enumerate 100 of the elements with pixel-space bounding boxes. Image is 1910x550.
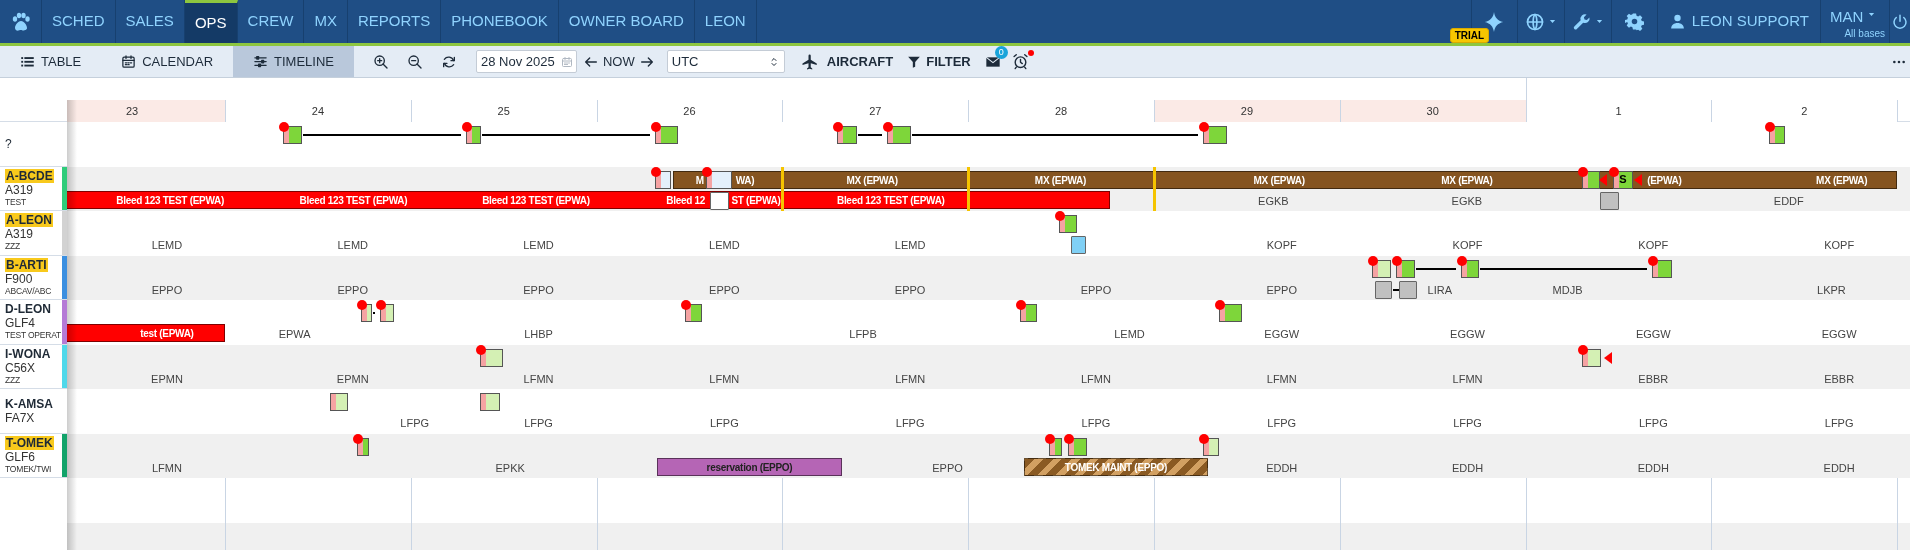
station-code: LKPR — [1817, 282, 1846, 297]
caret-icon — [1867, 10, 1877, 19]
bar-label: WA) — [735, 173, 755, 187]
flight-block[interactable] — [1764, 122, 1785, 145]
flight-block[interactable] — [375, 300, 394, 323]
flight-block[interactable] — [832, 122, 857, 145]
station-code: EPKK — [495, 460, 525, 475]
day-marker — [966, 166, 970, 211]
bar-label: (EPWA) — [1647, 173, 1682, 187]
flight-block[interactable] — [1457, 255, 1480, 279]
filter-button[interactable]: FILTER — [907, 51, 971, 72]
flag-icon — [1604, 351, 1613, 364]
flight-block[interactable] — [357, 300, 373, 323]
station-code: LEMD — [151, 238, 183, 252]
event-bar[interactable] — [67, 190, 1111, 209]
event-bar[interactable] — [1154, 170, 1898, 189]
operator-name: TEST OPERAT — [5, 330, 62, 342]
flight-block[interactable] — [1577, 344, 1602, 368]
slot-block[interactable] — [1399, 280, 1417, 299]
day-marker — [1152, 166, 1156, 211]
calendar-icon — [121, 54, 137, 69]
day-label: 1 — [1615, 103, 1622, 119]
view-tab[interactable]: TIMELINE — [233, 46, 354, 77]
aircraft-type: GLF4 — [5, 316, 36, 331]
aircraft-type: A319 — [5, 182, 35, 197]
flight-block[interactable] — [475, 344, 504, 368]
flight-block[interactable] — [1199, 122, 1227, 145]
aircraft-type: A319 — [5, 227, 35, 242]
event-bar[interactable] — [67, 324, 225, 342]
bar-label: ST (EPWA) — [731, 193, 781, 207]
aircraft-registration: K-AMSA — [5, 396, 53, 411]
flight-block[interactable] — [1045, 433, 1062, 457]
event-bar[interactable] — [968, 170, 1154, 189]
station-code: EDDH — [1823, 460, 1855, 475]
flight-block[interactable] — [279, 122, 303, 145]
aircraft-button[interactable]: AIRCRAFT — [800, 51, 894, 72]
aircraft-type: GLF6 — [5, 449, 36, 464]
flight-block[interactable] — [680, 300, 702, 323]
operator-name: TOMEK/TWI — [5, 463, 53, 475]
flight-block[interactable] — [1648, 255, 1673, 279]
zoom-in-icon — [373, 53, 389, 70]
nav-tab[interactable]: OPS — [184, 0, 238, 43]
flight-block[interactable] — [1199, 433, 1220, 457]
zoom-out-icon — [407, 53, 423, 70]
flight-block[interactable] — [1391, 255, 1415, 279]
station-code: EPMN — [151, 371, 183, 386]
station-code: EPWA — [278, 327, 311, 341]
operator-name: ABCAV/ABC — [5, 285, 53, 297]
power-icon — [1891, 12, 1909, 31]
station-code: LEMD — [894, 238, 926, 252]
aircraft-registration: A-LEON — [5, 213, 53, 228]
station-code: EPPO — [932, 460, 963, 475]
flight-block[interactable] — [352, 433, 369, 457]
timezone-select[interactable]: UTC — [666, 50, 785, 73]
list-icon — [20, 54, 35, 69]
station-code: LEMD — [337, 238, 368, 252]
flight-block[interactable] — [1368, 255, 1391, 279]
station-code: LFMN — [709, 371, 740, 386]
flight-block[interactable] — [1054, 211, 1078, 234]
bar-label: MX (EPWA) — [1816, 173, 1868, 187]
view-tab[interactable]: CALENDAR — [101, 46, 233, 77]
alarm-clock-icon — [1011, 53, 1029, 70]
filter-icon — [907, 54, 922, 69]
aircraft-registration: B-ARTI — [5, 257, 48, 272]
date-field[interactable]: 28 Nov 2025 — [476, 50, 577, 73]
connector-line — [1415, 267, 1457, 270]
user-menu[interactable]: LEON SUPPORT — [1691, 10, 1809, 33]
flight-block[interactable] — [702, 166, 733, 190]
alarm-button[interactable] — [1011, 53, 1029, 70]
station-code: LFPG — [709, 416, 739, 430]
bar-label: M — [695, 173, 704, 187]
flight-block[interactable] — [1215, 300, 1243, 323]
station-code: EBBR — [1824, 371, 1855, 386]
event-bar[interactable] — [657, 457, 842, 476]
flight-block[interactable] — [650, 122, 678, 145]
maintenance-bar[interactable] — [1023, 457, 1208, 476]
slot-block[interactable] — [1375, 280, 1393, 299]
station-code: EGKB — [1258, 193, 1289, 208]
now-button[interactable]: NOW — [599, 51, 639, 72]
bar-label: Bleed 12 — [666, 193, 705, 207]
caret-icon — [1594, 17, 1604, 26]
bar-label: MX (EPWA) — [1034, 173, 1087, 187]
event-bar[interactable] — [782, 170, 969, 189]
slot-block[interactable] — [1600, 191, 1620, 210]
station-code: LFMN — [523, 371, 554, 386]
day-marker — [780, 166, 784, 211]
flight-block[interactable] — [1015, 300, 1037, 323]
aircraft-registration: T-OMEK — [5, 435, 54, 450]
flight-block[interactable] — [1577, 166, 1601, 190]
flight-block[interactable] — [1063, 433, 1087, 457]
station-code: EPMN — [336, 371, 369, 386]
day-label: 2 — [1801, 103, 1808, 119]
operator-name: ZZZ — [5, 374, 21, 386]
view-tab[interactable]: TABLE — [0, 46, 102, 77]
base-menu[interactable]: MAN — [1830, 8, 1864, 26]
flight-block[interactable] — [882, 122, 912, 145]
station-code: LFPG — [400, 416, 429, 430]
calendar-icon — [561, 56, 573, 68]
flight-block[interactable] — [651, 166, 672, 190]
flight-block[interactable] — [461, 122, 482, 145]
